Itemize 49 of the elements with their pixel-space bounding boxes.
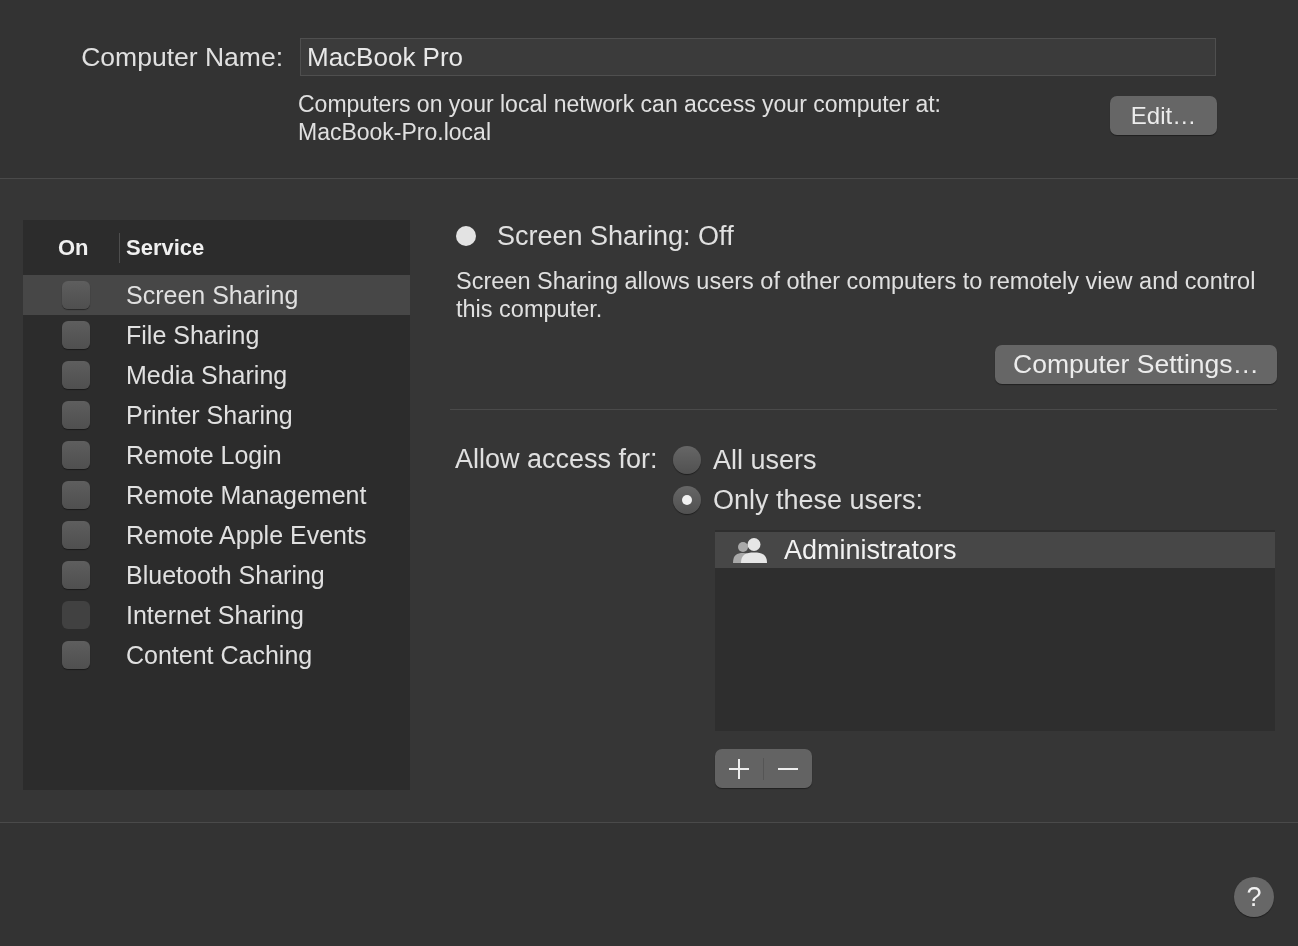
service-name: Media Sharing	[126, 360, 288, 390]
radio-label: All users	[713, 445, 817, 475]
user-name: Administrators	[784, 535, 957, 565]
service-row[interactable]: Content Caching	[23, 635, 410, 675]
service-name: Content Caching	[126, 640, 313, 670]
service-row[interactable]: Remote Apple Events	[23, 515, 410, 555]
access-label: Allow access for:	[454, 446, 659, 473]
service-name: Remote Management	[126, 480, 367, 510]
user-group-icon	[733, 537, 767, 563]
field-label: Computer Name:	[80, 42, 283, 72]
service-name: Printer Sharing	[126, 400, 293, 430]
service-name: Remote Login	[126, 440, 282, 470]
minus-icon	[778, 767, 798, 770]
computer-settings-button[interactable]: Computer Settings…	[995, 345, 1277, 384]
service-row[interactable]: Remote Management	[23, 475, 410, 515]
column-header: Service	[126, 234, 205, 262]
radio-button[interactable]	[673, 446, 701, 474]
network-note: Computers on your local network can access your computer at:	[298, 90, 941, 118]
service-row[interactable]: File Sharing	[23, 315, 410, 355]
checkbox[interactable]	[62, 521, 90, 549]
checkbox[interactable]	[62, 481, 90, 509]
checkbox[interactable]	[62, 401, 90, 429]
checkbox[interactable]	[62, 561, 90, 589]
service-name: Remote Apple Events	[126, 520, 367, 550]
help-button[interactable]: ?	[1234, 877, 1274, 917]
service-row[interactable]: Printer Sharing	[23, 395, 410, 435]
checkbox[interactable]	[62, 361, 90, 389]
service-name: Internet Sharing	[126, 600, 304, 630]
service-row[interactable]: Bluetooth Sharing	[23, 555, 410, 595]
service-description: Screen Sharing allows users of other computers to remotely view and control this computer.	[455, 267, 1257, 323]
checkbox[interactable]	[62, 441, 90, 469]
radio-label: Only these users:	[713, 485, 924, 515]
service-status-title: Screen Sharing: Off	[497, 221, 734, 251]
edit-button[interactable]: Edit…	[1110, 96, 1217, 135]
checkbox[interactable]	[62, 281, 90, 309]
radio-button[interactable]	[673, 486, 701, 514]
service-row[interactable]: Remote Login	[23, 435, 410, 475]
checkbox[interactable]	[62, 321, 90, 349]
local-address: MacBook-Pro.local	[298, 118, 493, 146]
checkbox[interactable]	[62, 641, 90, 669]
service-name: Screen Sharing	[126, 280, 299, 310]
column-header: On	[58, 234, 90, 262]
user-row[interactable]: Administrators	[715, 532, 1275, 568]
service-name: File Sharing	[126, 320, 260, 350]
service-row[interactable]: Screen Sharing	[23, 275, 410, 315]
service-name: Bluetooth Sharing	[126, 560, 325, 590]
plus-icon	[729, 758, 749, 779]
service-row[interactable]: Media Sharing	[23, 355, 410, 395]
computer-name-field[interactable]: MacBook Pro	[300, 38, 1216, 76]
